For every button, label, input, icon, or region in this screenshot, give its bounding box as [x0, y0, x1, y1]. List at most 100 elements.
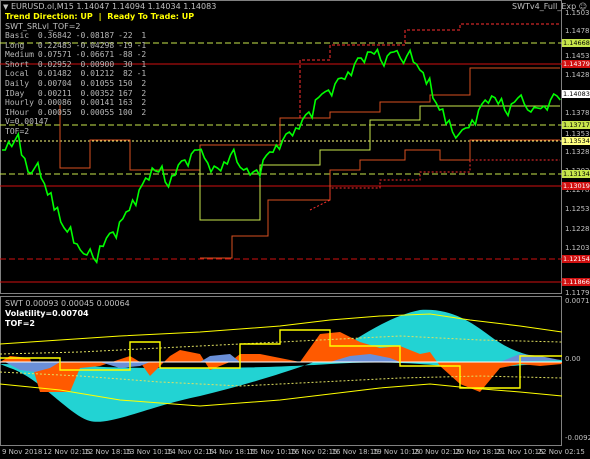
separator: | — [98, 12, 102, 21]
volatility-readout: Volatility=0.00704 — [5, 309, 89, 318]
level-cell-v4: -1 — [136, 69, 147, 79]
time-tick: 16 Nov 18:15 — [331, 448, 379, 456]
price-tick: 1.14785 — [565, 27, 590, 35]
level-row-long: Long 0.22483 -0.04298 -19 -1 — [5, 41, 150, 51]
level-cell-v2: 0.00055 — [80, 107, 115, 117]
level-cell-v2: 0.01212 — [80, 69, 115, 79]
level-row-basic: Basic 0.36842 -0.08187 -22 1 — [5, 31, 150, 41]
price-level-tag: 1.13134 — [562, 170, 590, 178]
time-tick: 15 Nov 10:15 — [249, 448, 297, 456]
v-readout: V=0.00147 — [5, 117, 49, 126]
level-cell-v3: 30 — [122, 59, 133, 69]
time-tick: 12 Nov 02:15 — [43, 448, 91, 456]
level-cell-v1: 0.00055 — [37, 107, 72, 117]
indicator-canvas — [0, 296, 562, 446]
time-tick: 20 Nov 02:15 — [414, 448, 462, 456]
price-tick: 1.12035 — [565, 244, 590, 252]
price-tick: 1.13285 — [565, 148, 590, 156]
time-tick: 14 Nov 02:15 — [166, 448, 214, 456]
time-tick: 22 Nov 02:15 — [537, 448, 585, 456]
time-axis[interactable]: 9 Nov 2018 12 Nov 02:15 12 Nov 18:15 13 Nov… — [0, 446, 590, 459]
level-cell-v1: 0.00211 — [37, 88, 72, 98]
ready-label: Ready To Trade: — [107, 12, 179, 21]
level-cell-v4: -1 — [136, 40, 147, 50]
price-tick: 1.12535 — [565, 205, 590, 213]
level-cell-v1: 0.00086 — [37, 98, 72, 108]
price-tick: 1.12285 — [565, 225, 590, 233]
indicator-panel[interactable] — [0, 296, 562, 446]
trend-status: Trend Direction: UP | Ready To Trade: UP — [5, 12, 194, 21]
level-cell-v2: -0.04298 — [75, 40, 115, 50]
indicator-tick: 0.00 — [565, 355, 581, 363]
level-cell-name: IHour — [5, 107, 30, 117]
level-cell-name: Daily — [5, 78, 30, 88]
indicator-tof: TOF=2 — [5, 319, 35, 328]
level-row-short: Short 0.02952 0.00900 30 1 — [5, 60, 150, 70]
chevron-down-icon[interactable]: ▼ — [3, 3, 8, 11]
price-tick: 1.14285 — [565, 71, 590, 79]
level-cell-v3: -22 — [118, 31, 133, 40]
green-step-line — [199, 105, 560, 221]
price-level-tag: 1.14379 — [562, 60, 590, 68]
level-cell-v2: 0.00900 — [80, 59, 115, 69]
time-tick: 13 Nov 10:15 — [125, 448, 173, 456]
level-cell-v3: 167 — [118, 88, 133, 98]
level-row-ihour: IHour 0.00055 0.00055 100 2 — [5, 108, 150, 118]
level-cell-v2: -0.08187 — [75, 31, 115, 40]
level-cell-name: Hourly — [5, 98, 34, 108]
time-tick: 16 Nov 02:15 — [290, 448, 338, 456]
ready-value: UP — [181, 12, 195, 21]
level-cell-v1: 0.01482 — [37, 69, 72, 79]
time-tick: 9 Nov 2018 — [2, 448, 43, 456]
level-cell-v3: 82 — [122, 69, 133, 79]
level-cell-v4: 2 — [141, 98, 147, 108]
level-cell-v4: 1 — [141, 31, 147, 40]
level-cell-v4: 2 — [141, 78, 147, 88]
level-table: Basic 0.36842 -0.08187 -22 1 Long 0.22483 -0.04… — [5, 31, 150, 117]
time-tick: 21 Nov 10:15 — [496, 448, 544, 456]
price-level-tag: 1.11866 — [562, 278, 590, 286]
time-tick: 14 Nov 18:15 — [208, 448, 256, 456]
time-tick: 19 Nov 10:15 — [372, 448, 420, 456]
level-row-iday: IDay 0.00211 0.00352 167 2 — [5, 89, 150, 99]
price-level-tag: 1.13534 — [562, 137, 590, 145]
indicator-axis[interactable]: 0.00719 0.00 -0.00929 — [562, 296, 590, 446]
level-cell-v1: 0.00704 — [37, 78, 72, 88]
level-cell-v2: 0.01055 — [80, 78, 115, 88]
level-cell-v4: 2 — [141, 107, 147, 117]
level-cell-v1: 0.22483 — [37, 40, 72, 50]
level-cell-name: Local — [5, 69, 30, 79]
price-tick: 1.13785 — [565, 109, 590, 117]
indicator-tick: 0.00719 — [565, 297, 590, 305]
indicator-name: SWT_SRLvl_TOF=2 — [5, 22, 81, 31]
level-cell-v3: -19 — [118, 40, 133, 50]
level-cell-v2: -0.06671 — [75, 50, 115, 60]
upper-step-line — [299, 23, 560, 118]
level-cell-v1: 0.02952 — [37, 59, 72, 69]
level-row-daily: Daily 0.00704 0.01055 150 2 — [5, 79, 150, 89]
time-tick: 20 Nov 18:15 — [455, 448, 503, 456]
trend-label: Trend Direction: — [5, 12, 78, 21]
level-cell-name: Long — [5, 40, 25, 50]
tof-readout: TOF=2 — [5, 127, 30, 136]
indicator-title: SWT 0.00093 0.00045 0.00064 — [5, 299, 130, 308]
level-row-medium: Medium 0.07571 -0.06671 -88 -2 — [5, 50, 150, 60]
level-cell-v4: 2 — [141, 88, 147, 98]
price-level-tag: 1.14668 — [562, 39, 590, 47]
level-row-hourly: Hourly 0.00086 0.00141 163 2 — [5, 98, 150, 108]
level-cell-v3: -88 — [118, 50, 133, 60]
support-step-line — [200, 139, 560, 259]
level-cell-name: Short — [5, 59, 30, 69]
level-cell-name: Medium — [5, 50, 34, 60]
level-cell-v1: 0.36842 — [37, 31, 72, 40]
level-cell-v3: 150 — [118, 78, 133, 88]
price-level-tag: 1.14083 — [562, 90, 590, 98]
level-cell-v4: 1 — [141, 59, 147, 69]
level-cell-name: IDay — [5, 88, 25, 98]
price-tick: 1.14535 — [565, 52, 590, 60]
level-cell-v4: -2 — [136, 50, 147, 60]
level-cell-name: Basic — [5, 31, 30, 40]
price-level-tag: 1.13019 — [562, 182, 590, 190]
indicator-tick: -0.00929 — [565, 434, 590, 442]
symbol-title: EURUSD.ol,M15 1.14047 1.14094 1.14034 1.… — [10, 2, 217, 11]
